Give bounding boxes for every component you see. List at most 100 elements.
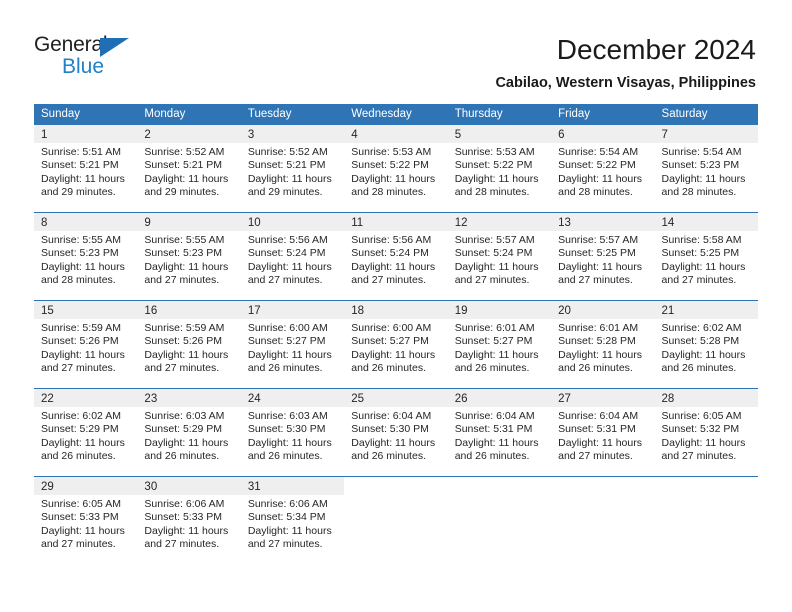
- sunrise-time: Sunrise: 6:05 AM: [661, 410, 742, 422]
- day-number: 23: [144, 393, 158, 405]
- sunset-time: Sunset: 5:27 PM: [351, 335, 429, 348]
- daylight-duration-line2: and 27 minutes.: [41, 538, 116, 551]
- day-details: Sunrise: 5:55 AM Sunset: 5:23 PM Daylight:…: [137, 231, 240, 288]
- calendar-day-cell[interactable]: 14 Sunrise: 5:58 AM Sunset: 5:25 PM Dayligh…: [654, 213, 758, 300]
- daylight-duration-line1: Daylight: 11 hours: [247, 436, 332, 449]
- day-details: Sunrise: 5:56 AM Sunset: 5:24 PM Daylight:…: [241, 231, 344, 288]
- day-number: 7: [661, 129, 668, 141]
- calendar-weeks: 1 Sunrise: 5:51 AM Sunset: 5:21 PM Daylight…: [34, 125, 758, 564]
- calendar-day-cell[interactable]: 4 Sunrise: 5:53 AM Sunset: 5:22 PM Daylight…: [344, 125, 448, 212]
- day-number-band: 5: [447, 125, 552, 143]
- calendar-day-cell[interactable]: 3 Sunrise: 5:52 AM Sunset: 5:21 PM Daylight…: [240, 125, 345, 212]
- day-number-band: [447, 477, 552, 495]
- calendar-week-row: 1 Sunrise: 5:51 AM Sunset: 5:21 PM Daylight…: [34, 125, 758, 212]
- sunrise-time: Sunrise: 6:05 AM: [41, 498, 121, 510]
- blue-triangle-icon: [100, 38, 129, 57]
- day-number: 16: [144, 305, 158, 317]
- sunset-time: Sunset: 5:28 PM: [558, 335, 636, 348]
- day-details: Sunrise: 5:59 AM Sunset: 5:26 PM Daylight:…: [34, 319, 137, 376]
- sunset-time: Sunset: 5:33 PM: [41, 511, 119, 524]
- daylight-duration-line2: and 28 minutes.: [558, 186, 633, 199]
- calendar-day-cell[interactable]: 20 Sunrise: 6:01 AM Sunset: 5:28 PM Dayligh…: [551, 301, 655, 388]
- calendar-day-cell[interactable]: 28 Sunrise: 6:05 AM Sunset: 5:32 PM Dayligh…: [654, 389, 758, 476]
- calendar-day-cell[interactable]: 22 Sunrise: 6:02 AM Sunset: 5:29 PM Dayligh…: [34, 389, 138, 476]
- sunset-time: Sunset: 5:26 PM: [144, 335, 223, 348]
- weekday-header-thursday: Thursday: [454, 108, 503, 120]
- calendar-day-cell[interactable]: 7 Sunrise: 5:54 AM Sunset: 5:23 PM Daylight…: [654, 125, 758, 212]
- day-number-band: 25: [344, 389, 448, 407]
- sunset-time: Sunset: 5:32 PM: [661, 423, 740, 436]
- calendar-day-cell[interactable]: 16 Sunrise: 5:59 AM Sunset: 5:26 PM Dayligh…: [137, 301, 241, 388]
- calendar-day-cell[interactable]: 18 Sunrise: 6:00 AM Sunset: 5:27 PM Dayligh…: [344, 301, 448, 388]
- daylight-duration-line1: Daylight: 11 hours: [558, 172, 642, 185]
- daylight-duration-line2: and 28 minutes.: [41, 274, 116, 287]
- daylight-duration-line1: Daylight: 11 hours: [454, 436, 539, 449]
- daylight-duration-line2: and 28 minutes.: [351, 186, 426, 199]
- sunset-time: Sunset: 5:34 PM: [247, 511, 326, 524]
- calendar-day-cell[interactable]: 26 Sunrise: 6:04 AM Sunset: 5:31 PM Dayligh…: [447, 389, 552, 476]
- calendar-day-cell[interactable]: 10 Sunrise: 5:56 AM Sunset: 5:24 PM Dayligh…: [240, 213, 345, 300]
- calendar-day-cell[interactable]: 12 Sunrise: 5:57 AM Sunset: 5:24 PM Dayligh…: [447, 213, 552, 300]
- day-number: 10: [247, 217, 261, 229]
- day-details: Sunrise: 5:57 AM Sunset: 5:24 PM Daylight:…: [448, 231, 551, 288]
- weekday-header-monday: Monday: [144, 108, 186, 120]
- sunrise-time: Sunrise: 5:57 AM: [558, 234, 639, 246]
- sunrise-time: Sunrise: 6:04 AM: [454, 410, 535, 422]
- calendar-day-cell[interactable]: 17 Sunrise: 6:00 AM Sunset: 5:27 PM Dayligh…: [240, 301, 345, 388]
- sunset-time: Sunset: 5:31 PM: [558, 423, 636, 436]
- calendar-day-cell[interactable]: 11 Sunrise: 5:56 AM Sunset: 5:24 PM Dayligh…: [344, 213, 448, 300]
- day-number-band: 9: [137, 213, 241, 231]
- day-number: 2: [144, 129, 151, 141]
- day-number: 9: [144, 217, 151, 229]
- sunset-time: Sunset: 5:24 PM: [351, 247, 429, 260]
- calendar-day-cell[interactable]: 31 Sunrise: 6:06 AM Sunset: 5:34 PM Dayligh…: [240, 477, 345, 564]
- calendar-day-cell[interactable]: 25 Sunrise: 6:04 AM Sunset: 5:30 PM Dayligh…: [344, 389, 448, 476]
- sunrise-time: Sunrise: 6:02 AM: [41, 410, 121, 422]
- calendar-day-cell[interactable]: 9 Sunrise: 5:55 AM Sunset: 5:23 PM Daylight…: [137, 213, 241, 300]
- daylight-duration-line1: Daylight: 11 hours: [558, 348, 642, 361]
- calendar-day-cell[interactable]: 21 Sunrise: 6:02 AM Sunset: 5:28 PM Dayligh…: [654, 301, 758, 388]
- calendar-day-cell[interactable]: 23 Sunrise: 6:03 AM Sunset: 5:29 PM Dayligh…: [137, 389, 241, 476]
- day-details: Sunrise: 6:04 AM Sunset: 5:30 PM Daylight:…: [344, 407, 447, 464]
- day-number-band: 17: [240, 301, 345, 319]
- day-details: [655, 495, 758, 498]
- sunrise-time: Sunrise: 6:04 AM: [558, 410, 639, 422]
- day-number: 18: [351, 305, 365, 317]
- weekday-header-friday: Friday: [558, 108, 591, 120]
- daylight-duration-line2: and 26 minutes.: [351, 362, 426, 375]
- calendar-day-cell[interactable]: 1 Sunrise: 5:51 AM Sunset: 5:21 PM Daylight…: [34, 125, 138, 212]
- calendar-day-cell[interactable]: 29 Sunrise: 6:05 AM Sunset: 5:33 PM Dayligh…: [34, 477, 138, 564]
- daylight-duration-line1: Daylight: 11 hours: [41, 260, 125, 273]
- day-number: 14: [661, 217, 675, 229]
- calendar-day-cell[interactable]: 30 Sunrise: 6:06 AM Sunset: 5:33 PM Dayligh…: [137, 477, 241, 564]
- calendar-day-cell[interactable]: 15 Sunrise: 5:59 AM Sunset: 5:26 PM Dayligh…: [34, 301, 138, 388]
- calendar-day-cell-empty: [344, 477, 448, 564]
- day-details: Sunrise: 6:04 AM Sunset: 5:31 PM Daylight:…: [448, 407, 551, 464]
- day-number-band: 31: [240, 477, 345, 495]
- calendar-week-row: 29 Sunrise: 6:05 AM Sunset: 5:33 PM Dayligh…: [34, 476, 758, 564]
- day-details: Sunrise: 6:05 AM Sunset: 5:33 PM Daylight:…: [34, 495, 137, 552]
- calendar-day-cell[interactable]: 13 Sunrise: 5:57 AM Sunset: 5:25 PM Dayligh…: [551, 213, 655, 300]
- daylight-duration-line2: and 26 minutes.: [144, 450, 220, 463]
- day-details: Sunrise: 6:00 AM Sunset: 5:27 PM Daylight:…: [241, 319, 344, 376]
- calendar-day-cell[interactable]: 19 Sunrise: 6:01 AM Sunset: 5:27 PM Dayligh…: [447, 301, 552, 388]
- calendar-day-cell[interactable]: 24 Sunrise: 6:03 AM Sunset: 5:30 PM Dayligh…: [240, 389, 345, 476]
- calendar-day-cell[interactable]: 6 Sunrise: 5:54 AM Sunset: 5:22 PM Daylight…: [551, 125, 655, 212]
- calendar-day-cell[interactable]: 2 Sunrise: 5:52 AM Sunset: 5:21 PM Daylight…: [137, 125, 241, 212]
- daylight-duration-line2: and 26 minutes.: [661, 362, 737, 375]
- daylight-duration-line1: Daylight: 11 hours: [351, 172, 436, 185]
- calendar-day-cell[interactable]: 8 Sunrise: 5:55 AM Sunset: 5:23 PM Daylight…: [34, 213, 138, 300]
- day-details: Sunrise: 5:54 AM Sunset: 5:22 PM Daylight:…: [551, 143, 654, 200]
- day-number-band: 27: [551, 389, 655, 407]
- day-number-band: 2: [137, 125, 241, 143]
- daylight-duration-line1: Daylight: 11 hours: [454, 172, 539, 185]
- calendar-day-cell[interactable]: 5 Sunrise: 5:53 AM Sunset: 5:22 PM Daylight…: [447, 125, 552, 212]
- daylight-duration-line1: Daylight: 11 hours: [661, 348, 746, 361]
- calendar-day-cell[interactable]: 27 Sunrise: 6:04 AM Sunset: 5:31 PM Dayligh…: [551, 389, 655, 476]
- day-details: Sunrise: 5:54 AM Sunset: 5:23 PM Daylight:…: [655, 143, 758, 200]
- sunrise-time: Sunrise: 5:53 AM: [454, 146, 535, 158]
- sunset-time: Sunset: 5:21 PM: [144, 159, 223, 172]
- general-blue-logo[interactable]: General Blue: [34, 34, 144, 82]
- sunrise-time: Sunrise: 6:06 AM: [144, 498, 225, 510]
- daylight-duration-line1: Daylight: 11 hours: [351, 260, 436, 273]
